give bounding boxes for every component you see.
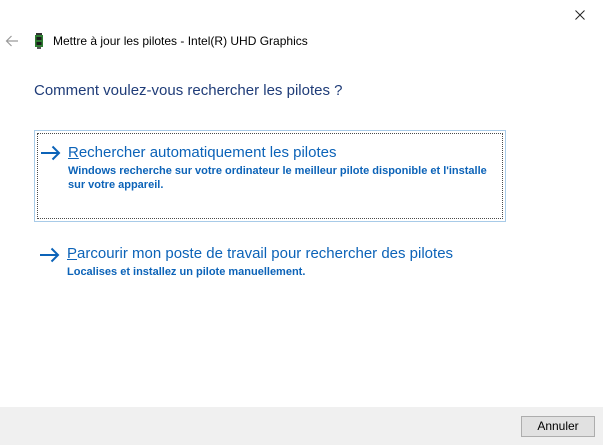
close-button[interactable] xyxy=(557,0,603,30)
window-title: Mettre à jour les pilotes - Intel(R) UHD… xyxy=(53,34,308,48)
option-title-text: arcourir mon poste de travail pour reche… xyxy=(77,245,454,262)
option-description: Windows recherche sur votre ordinateur l… xyxy=(68,165,487,191)
dialog-footer: Annuler xyxy=(0,407,603,445)
back-button[interactable] xyxy=(2,32,22,50)
arrow-right-icon xyxy=(41,145,61,161)
access-key-letter: R xyxy=(68,144,79,161)
access-key-letter: P xyxy=(67,245,78,262)
close-icon xyxy=(575,10,585,20)
cancel-button[interactable]: Annuler xyxy=(521,416,595,437)
back-arrow-icon xyxy=(5,35,18,47)
graphics-card-icon xyxy=(35,33,43,49)
option-description: Localises et installez un pilote manuell… xyxy=(67,266,306,278)
page-heading: Comment voulez-vous rechercher les pilot… xyxy=(34,82,343,99)
search-automatically-option[interactable]: Rechercher automatiquement les pilotes W… xyxy=(34,130,506,222)
option-title: Rechercher automatiquement les pilotes xyxy=(68,143,337,163)
arrow-right-icon xyxy=(40,247,60,263)
option-title-text: echercher automatiquement les pilotes xyxy=(78,144,337,161)
browse-computer-option[interactable]: Parcourir mon poste de travail pour rech… xyxy=(34,238,506,288)
option-title: Parcourir mon poste de travail pour rech… xyxy=(67,244,453,264)
